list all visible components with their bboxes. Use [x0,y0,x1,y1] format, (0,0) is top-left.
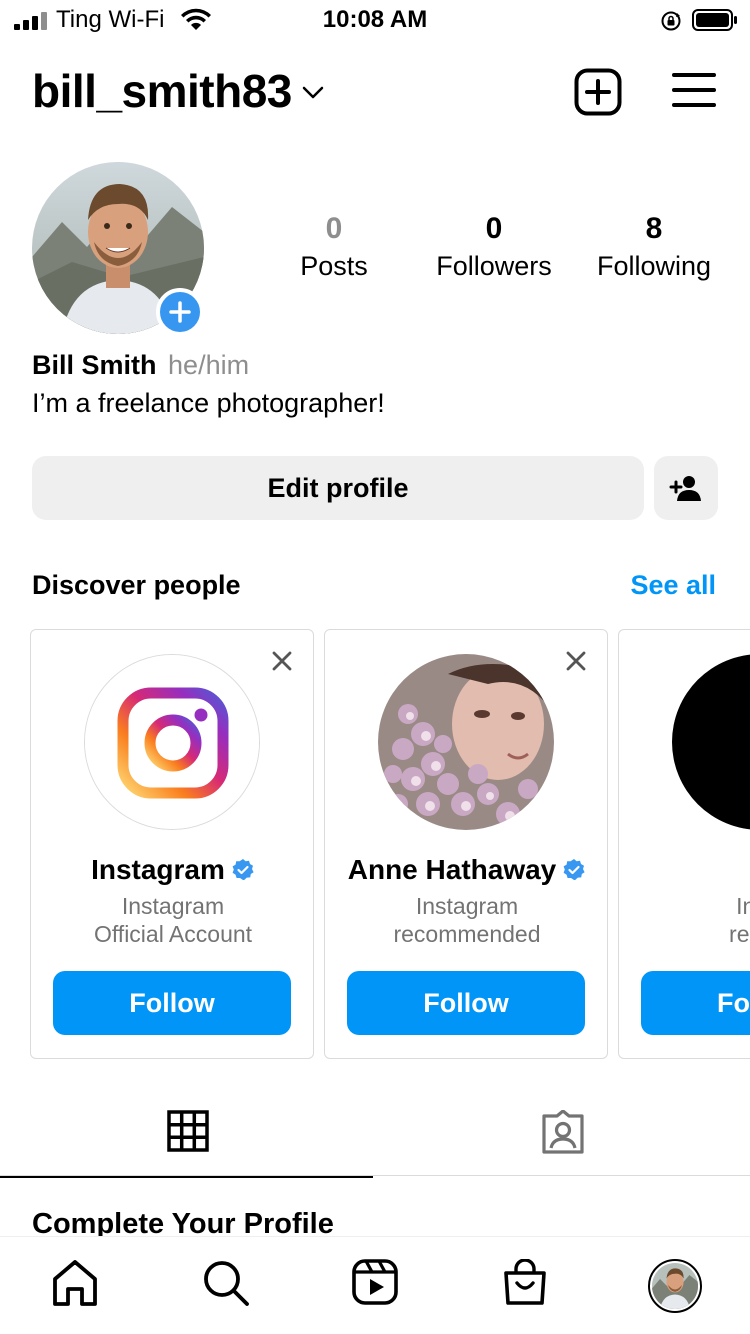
home-icon[interactable] [52,1259,98,1307]
suggestion-subtitle: Instagram Official Account [31,892,313,948]
suggestion-card[interactable]: Anne Hathaway Instagram recommended Foll… [324,629,608,1059]
discover-people-button[interactable] [654,456,718,520]
suggestion-subtitle: Insta recom [619,892,750,948]
edit-profile-button[interactable]: Edit profile [32,456,644,520]
discover-title: Discover people [32,570,241,600]
suggestion-card[interactable]: G Insta recom Fo [618,629,750,1059]
new-post-icon[interactable] [574,68,622,116]
battery-icon [692,9,737,31]
display-name: Bill Smith [32,350,157,380]
see-all-link[interactable]: See all [630,570,716,601]
instagram-logo [84,654,260,830]
profile-tabs [0,1100,750,1178]
add-person-icon [669,476,701,501]
menu-icon[interactable] [672,72,716,108]
bio: I’m a freelance photographer! [32,388,385,418]
plus-icon [169,301,191,323]
tab-posts-grid[interactable] [0,1100,375,1178]
tagged-icon [541,1110,584,1154]
profile-tab-avatar[interactable] [648,1259,702,1313]
suggestion-name: G [619,854,750,886]
add-story-button[interactable] [156,288,204,336]
stat-followers[interactable]: 0 Followers [414,210,574,284]
suggestion-subtitle-line2: recommended [393,921,541,947]
stat-following[interactable]: 8 Following [574,210,734,284]
verified-badge-icon [563,858,585,880]
search-icon[interactable] [202,1259,250,1307]
suggestion-subtitle-line2: Official Account [93,921,253,947]
suggestion-subtitle-line1: Instagram [121,893,225,919]
follow-button[interactable]: Follow [53,971,291,1035]
account-switcher[interactable]: bill_smith83 [32,64,324,118]
suggestion-name-text: Anne Hathaway [347,854,557,885]
suggestion-subtitle: Instagram recommended [325,892,607,948]
pronouns: he/him [168,350,250,380]
following-count: 8 [645,212,663,245]
posts-label: Posts [300,251,368,281]
bottom-nav [0,1236,750,1334]
tab-tagged[interactable] [375,1100,750,1176]
suggestion-name-text: Instagram [91,854,225,885]
shop-icon[interactable] [502,1259,548,1307]
rotation-lock-icon [661,11,681,31]
clock: 10:08 AM [322,6,428,33]
chevron-down-icon [302,86,324,99]
follow-button[interactable]: Follow [347,971,585,1035]
suggestion-avatar [672,654,750,830]
stat-posts[interactable]: 0 Posts [254,210,414,284]
profile-avatar-container[interactable] [32,162,206,336]
close-icon[interactable] [565,650,587,672]
display-name-line: Bill Smith he/him [32,350,249,381]
followers-label: Followers [436,251,552,281]
suggestion-subtitle-line1: Instagram [415,893,519,919]
username: bill_smith83 [32,65,292,117]
posts-count: 0 [325,212,343,245]
followers-count: 0 [485,212,503,245]
suggestion-avatar [378,654,554,830]
status-bar: Ting Wi-Fi 10:08 AM [0,0,750,42]
suggestion-name: Anne Hathaway [325,854,607,886]
suggestion-subtitle-line1: Insta [736,893,750,919]
close-icon[interactable] [271,650,293,672]
following-label: Following [596,251,712,281]
follow-button[interactable]: Fo [641,971,750,1035]
grid-icon [166,1110,209,1152]
reels-icon[interactable] [352,1259,398,1305]
suggestion-name: Instagram [31,854,313,886]
verified-badge-icon [232,858,254,880]
suggestion-card[interactable]: Instagram Instagram Official Account Fol… [30,629,314,1059]
suggestion-subtitle-line2: recom [729,921,750,947]
